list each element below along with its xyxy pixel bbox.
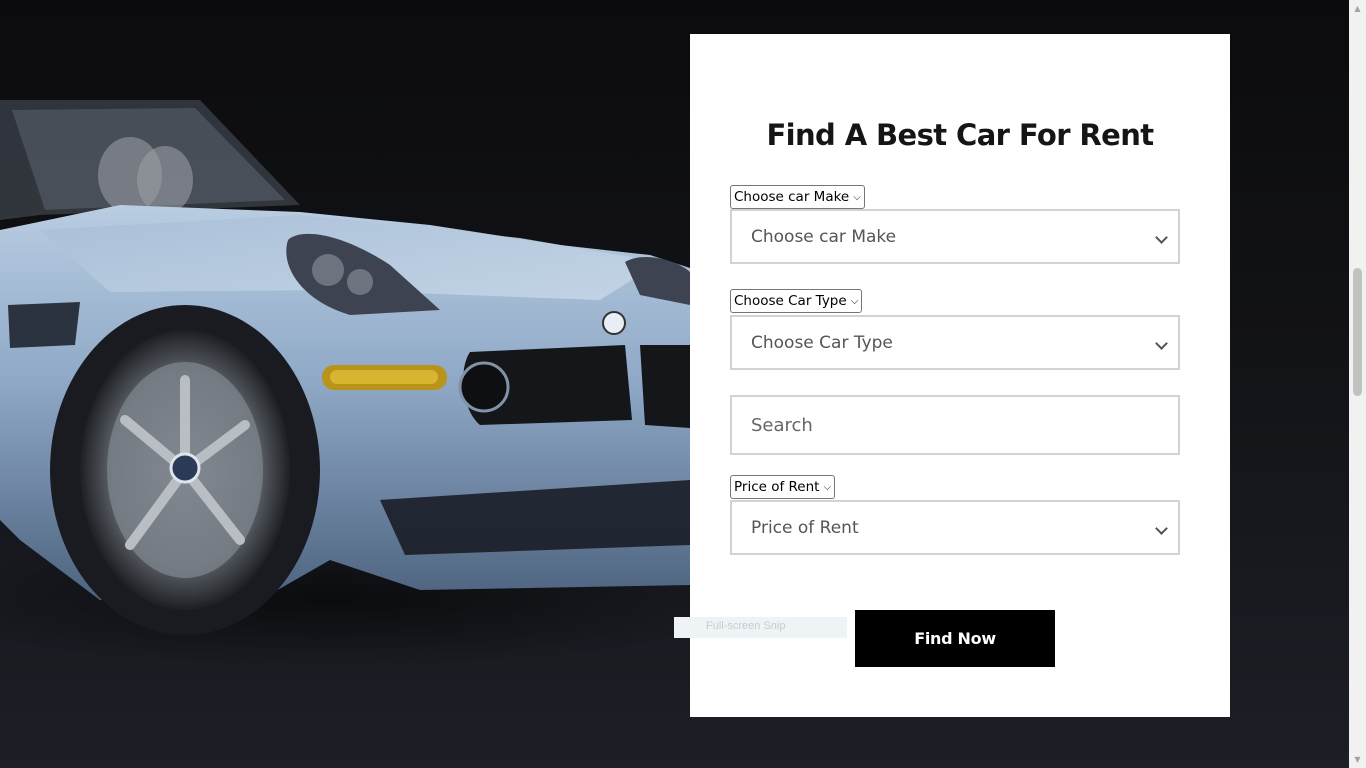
- car-type-dropdown-label: Choose Car Type: [751, 332, 893, 353]
- price-native-select[interactable]: Price of Rent ⌵: [730, 475, 836, 499]
- scrollbar-thumb[interactable]: [1353, 268, 1362, 396]
- snip-tooltip: Full-screen Snip: [674, 617, 847, 638]
- car-type-native-label: Choose Car Type: [734, 293, 847, 309]
- car-make-dropdown[interactable]: Choose car Make: [730, 209, 1180, 264]
- price-dropdown-label: Price of Rent: [751, 517, 859, 538]
- car-illustration: [0, 100, 700, 670]
- chevron-down-icon: [1155, 337, 1168, 350]
- car-type-dropdown[interactable]: Choose Car Type: [730, 315, 1180, 370]
- card-title: Find A Best Car For Rent: [766, 118, 1154, 152]
- car-type-native-select[interactable]: Choose Car Type ⌵: [730, 289, 863, 313]
- price-dropdown[interactable]: Price of Rent: [730, 500, 1180, 555]
- chevron-down-icon: ⌵: [853, 191, 861, 203]
- chevron-down-icon: [1155, 522, 1168, 535]
- page-scrollbar[interactable]: ▲ ▼: [1349, 0, 1366, 768]
- car-make-native-select[interactable]: Choose car Make ⌵: [730, 185, 865, 209]
- triangle-up-icon[interactable]: ▲: [1349, 0, 1366, 17]
- car-search-card: Find A Best Car For Rent Choose car Make…: [690, 34, 1230, 717]
- chevron-down-icon: ⌵: [850, 295, 859, 307]
- find-now-button[interactable]: Find Now: [855, 610, 1055, 667]
- price-native-label: Price of Rent: [734, 479, 820, 495]
- chevron-down-icon: ⌵: [823, 481, 832, 493]
- chevron-down-icon: [1155, 231, 1168, 244]
- search-input[interactable]: [730, 395, 1180, 455]
- car-make-native-label: Choose car Make: [734, 189, 850, 205]
- car-make-dropdown-label: Choose car Make: [751, 226, 897, 247]
- triangle-down-icon[interactable]: ▼: [1349, 751, 1366, 768]
